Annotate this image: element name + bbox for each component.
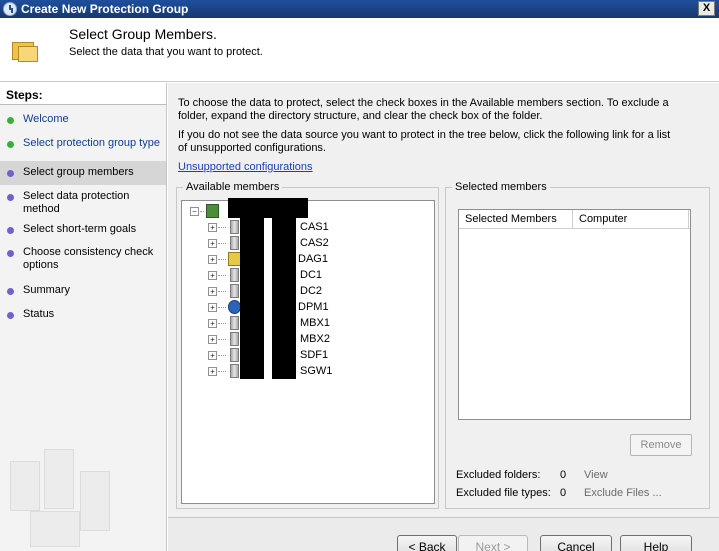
server-icon bbox=[230, 348, 239, 362]
server-icon bbox=[230, 268, 239, 282]
step-pending-icon bbox=[7, 288, 14, 295]
selected-members-list[interactable]: Selected Members Computer bbox=[458, 209, 691, 420]
exclude-files-link[interactable]: Exclude Files ... bbox=[584, 487, 662, 499]
tree-node[interactable]: + MBX1 bbox=[208, 315, 330, 331]
page-subtitle: Select the data that you want to protect… bbox=[69, 46, 263, 58]
remove-button[interactable]: Remove bbox=[630, 434, 692, 456]
tree-node[interactable]: + DC1 bbox=[208, 267, 322, 283]
server-icon bbox=[230, 220, 239, 234]
help-button[interactable]: Help bbox=[620, 535, 692, 551]
step-pending-icon bbox=[7, 312, 14, 319]
server-icon bbox=[230, 236, 239, 250]
selected-members-group: Selected members Selected Members Comput… bbox=[445, 181, 710, 509]
close-button[interactable]: X bbox=[698, 1, 715, 16]
back-button[interactable]: < Back bbox=[397, 535, 457, 551]
expand-icon[interactable]: + bbox=[208, 286, 217, 296]
available-members-tree[interactable]: − + CAS1 + CAS2 + DAG1 + DC1 + DC2 + DPM… bbox=[181, 198, 435, 504]
collapse-icon[interactable]: − bbox=[190, 206, 199, 216]
server-icon bbox=[230, 316, 239, 330]
expand-icon[interactable]: + bbox=[208, 270, 217, 280]
step-select-group-members[interactable]: Select group members bbox=[0, 161, 166, 185]
tree-node[interactable]: + DPM1 bbox=[208, 299, 329, 315]
tree-node[interactable]: + CAS2 bbox=[208, 235, 329, 251]
step-summary: Summary bbox=[0, 284, 166, 308]
folders-icon bbox=[12, 38, 38, 62]
step-choose-consistency-check-options: Choose consistency check options bbox=[0, 246, 166, 284]
main-pane: To choose the data to protect, select th… bbox=[168, 83, 719, 551]
excluded-file-types-count: 0 bbox=[560, 487, 567, 499]
step-welcome[interactable]: Welcome bbox=[0, 113, 166, 137]
step-done-icon bbox=[7, 141, 14, 148]
unsupported-hint-text: If you do not see the data source you wa… bbox=[178, 129, 671, 154]
expand-icon[interactable]: + bbox=[208, 222, 217, 232]
tree-node[interactable]: + DC2 bbox=[208, 283, 322, 299]
tree-node[interactable]: + SDF1 bbox=[208, 347, 328, 363]
excluded-folders-count: 0 bbox=[560, 469, 567, 481]
tree-node[interactable]: + CAS1 bbox=[208, 219, 329, 235]
expand-icon[interactable]: + bbox=[208, 350, 217, 360]
selected-members-legend: Selected members bbox=[452, 181, 550, 193]
expand-icon[interactable]: + bbox=[208, 366, 217, 376]
step-current-icon bbox=[7, 170, 14, 177]
list-header: Selected Members Computer bbox=[459, 210, 690, 229]
expand-icon[interactable]: + bbox=[208, 254, 217, 264]
server-icon bbox=[230, 364, 239, 378]
step-done-icon bbox=[7, 117, 14, 124]
steps-heading: Steps: bbox=[0, 83, 166, 105]
protection-clock-icon bbox=[3, 2, 17, 16]
steps-pane: Steps: Welcome Select protection group t… bbox=[0, 83, 167, 551]
step-status: Status bbox=[0, 308, 166, 332]
cancel-button[interactable]: Cancel bbox=[540, 535, 612, 551]
tree-node[interactable]: + DAG1 bbox=[208, 251, 328, 267]
step-select-data-protection-method: Select data protection method bbox=[0, 185, 166, 223]
title-bar: Create New Protection Group X bbox=[0, 0, 719, 18]
redaction-bar bbox=[272, 217, 296, 379]
unsupported-configurations-link[interactable]: Unsupported configurations bbox=[178, 161, 313, 173]
available-members-group: Available members − + CAS1 + CAS2 + DAG1… bbox=[176, 181, 439, 509]
excluded-file-types-label: Excluded file types: bbox=[456, 487, 551, 499]
step-pending-icon bbox=[7, 250, 14, 257]
step-select-protection-group-type[interactable]: Select protection group type bbox=[0, 137, 166, 161]
tree-root[interactable]: − bbox=[190, 203, 222, 219]
excluded-folders-label: Excluded folders: bbox=[456, 469, 541, 481]
available-members-legend: Available members bbox=[183, 181, 283, 193]
domain-icon bbox=[206, 204, 219, 218]
page-title: Select Group Members. bbox=[69, 26, 217, 42]
redaction-bar bbox=[240, 217, 264, 379]
wizard-header: Select Group Members. Select the data th… bbox=[0, 18, 719, 82]
step-select-short-term-goals: Select short-term goals bbox=[0, 223, 166, 246]
server-icon bbox=[230, 332, 239, 346]
column-computer[interactable]: Computer bbox=[573, 210, 689, 228]
redacted-domain-name bbox=[228, 198, 308, 218]
instructions-text: To choose the data to protect, select th… bbox=[178, 97, 669, 122]
server-icon bbox=[230, 284, 239, 298]
next-button[interactable]: Next > bbox=[458, 535, 528, 551]
window-title: Create New Protection Group bbox=[21, 2, 189, 16]
wizard-button-bar: < Back Next > Cancel Help bbox=[168, 517, 719, 551]
tree-node[interactable]: + MBX2 bbox=[208, 331, 330, 347]
expand-icon[interactable]: + bbox=[208, 334, 217, 344]
view-link[interactable]: View bbox=[584, 469, 608, 481]
tree-node[interactable]: + SGW1 bbox=[208, 363, 332, 379]
column-selected-members[interactable]: Selected Members bbox=[459, 210, 573, 228]
step-pending-icon bbox=[7, 194, 14, 201]
servers-watermark-icon bbox=[0, 441, 166, 551]
expand-icon[interactable]: + bbox=[208, 238, 217, 248]
expand-icon[interactable]: + bbox=[208, 302, 217, 312]
expand-icon[interactable]: + bbox=[208, 318, 217, 328]
step-pending-icon bbox=[7, 227, 14, 234]
